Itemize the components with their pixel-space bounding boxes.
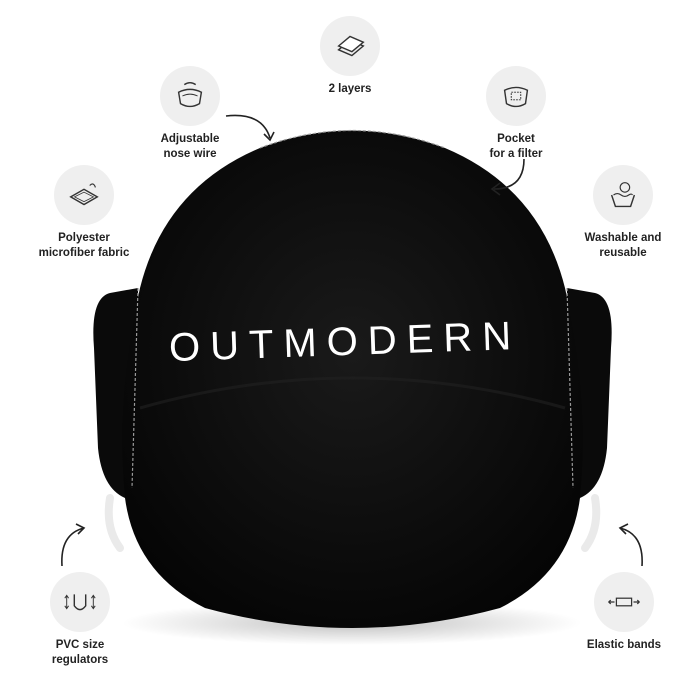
feature-label: Washable and reusable (584, 232, 662, 259)
feature-label: PVC size regulators (51, 639, 109, 666)
feature-label: Polyester microfiber fabric (38, 232, 130, 259)
arrow-filter-pocket (490, 158, 525, 196)
wash-icon (593, 165, 653, 225)
feature-filter-pocket: Pocket for a filter (466, 66, 566, 162)
filter-pocket-icon (486, 66, 546, 126)
layers-icon (320, 16, 380, 76)
feature-label: 2 layers (328, 83, 372, 95)
feature-elastic-bands: Elastic bands (574, 572, 674, 653)
feature-pvc-regulators: PVC size regulators (30, 572, 130, 668)
arrow-elastic-bands (618, 523, 643, 567)
feature-label: Elastic bands (586, 639, 662, 651)
regulator-icon (50, 572, 110, 632)
feature-layers: 2 layers (302, 16, 398, 97)
elastic-icon (594, 572, 654, 632)
face-mask-image (93, 129, 612, 645)
fabric-icon (54, 165, 114, 225)
arrow-nose-wire (225, 114, 275, 142)
feature-fabric: Polyester microfiber fabric (20, 165, 148, 261)
feature-washable: Washable and reusable (570, 165, 676, 261)
nose-wire-icon (160, 66, 220, 126)
arrow-pvc-regulators (61, 523, 86, 567)
